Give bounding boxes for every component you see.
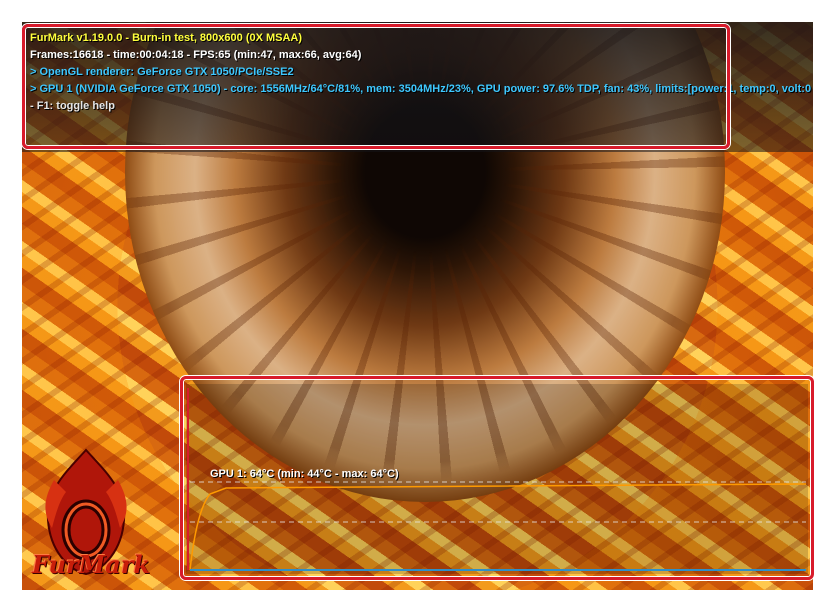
hud-title: FurMark v1.19.0.0 - Burn-in test, 800x60… — [30, 32, 303, 44]
hud-renderer: > OpenGL renderer: GeForce GTX 1050/PCIe… — [30, 66, 294, 78]
temperature-graph: GPU 1: 64°C (min: 44°C - max: 64°C) — [186, 384, 808, 574]
hud-help: - F1: toggle help — [30, 100, 115, 112]
furmark-logo-text: FurMark — [32, 550, 151, 579]
furmark-render-window: FurMark v1.19.0.0 - Burn-in test, 800x60… — [22, 22, 813, 590]
hud-gpu-info: > GPU 1 (NVIDIA GeForce GTX 1050) - core… — [30, 83, 812, 95]
hud-panel: FurMark v1.19.0.0 - Burn-in test, 800x60… — [22, 22, 813, 152]
hud-frames: Frames:16618 - time:00:04:18 - FPS:65 (m… — [30, 49, 362, 61]
temperature-line — [189, 483, 807, 571]
graph-temperature-label: GPU 1: 64°C (min: 44°C - max: 64°C) — [210, 468, 399, 480]
